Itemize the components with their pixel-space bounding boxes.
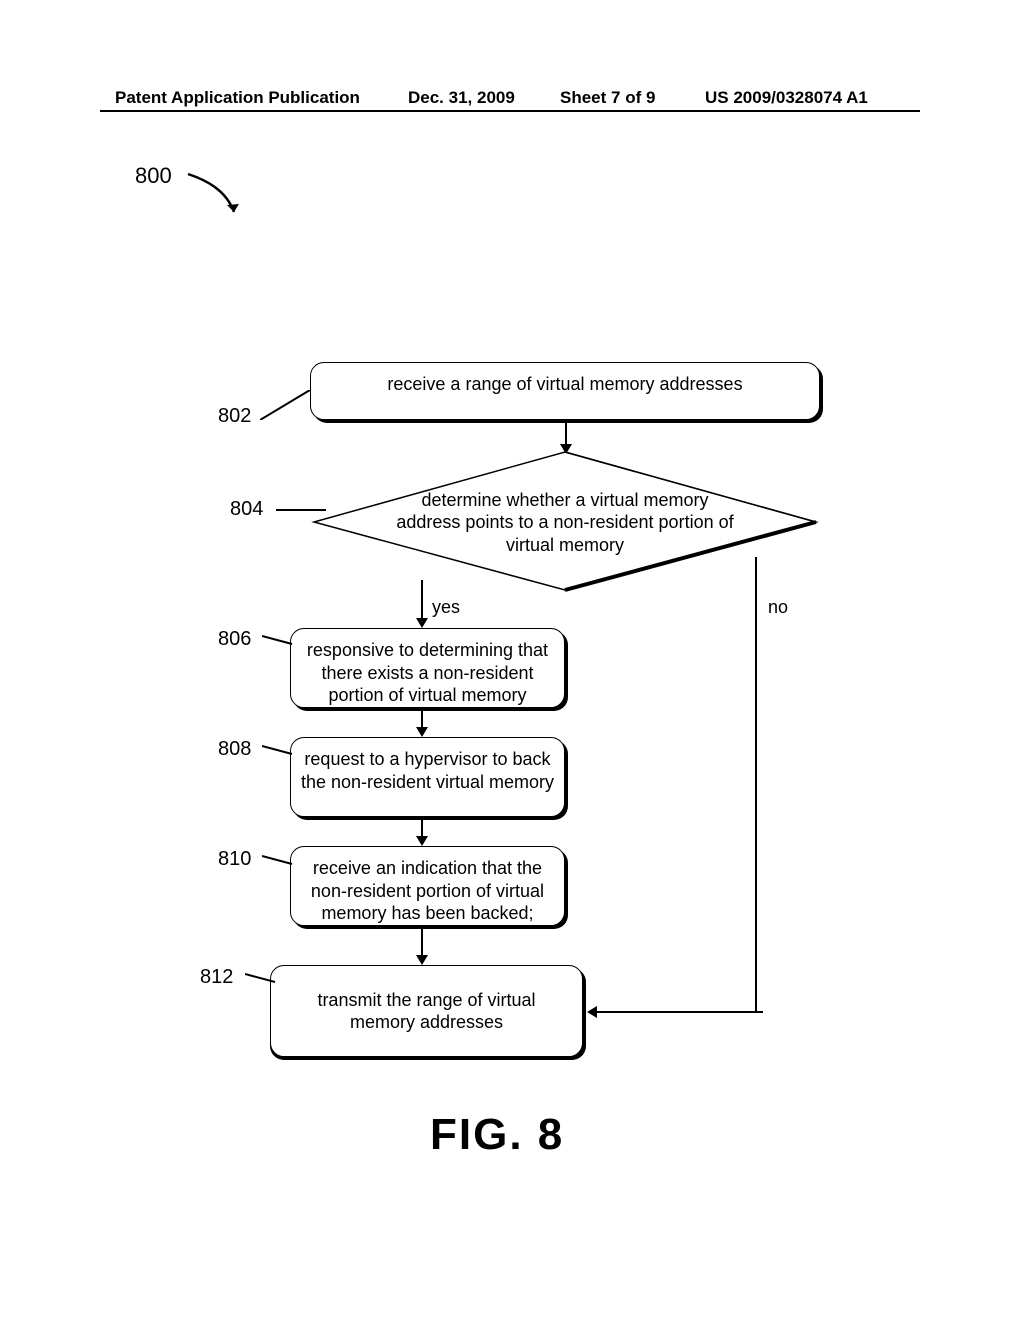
header-docnum: US 2009/0328074 A1: [705, 88, 868, 108]
leader-802-line: [260, 390, 315, 420]
step-receive-range: receive a range of virtual memory addres…: [310, 362, 820, 420]
arrow-no-vertical: [746, 557, 766, 1012]
leader-810-line: [262, 850, 297, 870]
step-transmit-range: transmit the range of virtual memory add…: [270, 965, 583, 1057]
decision-check-nonresident-label: determine whether a virtual memory addre…: [310, 450, 820, 595]
arrow-no-into-812: [583, 1002, 763, 1022]
step-request-hypervisor: request to a hypervisor to back the non-…: [290, 737, 565, 817]
branch-yes-label: yes: [432, 597, 460, 618]
step-receive-range-label: receive a range of virtual memory addres…: [387, 374, 742, 394]
page-header: Patent Application Publication Dec. 31, …: [0, 88, 1024, 118]
leader-808-number: 808: [218, 738, 251, 761]
leader-804-line: [276, 498, 331, 518]
step-transmit-range-label: transmit the range of virtual memory add…: [277, 989, 576, 1034]
step-responsive-determining-label: responsive to determining that there exi…: [307, 640, 548, 705]
arrow-808-to-810: [412, 818, 432, 848]
leader-812-line: [245, 968, 280, 988]
leader-804-number: 804: [230, 498, 263, 521]
leader-812-number: 812: [200, 966, 233, 989]
step-request-hypervisor-label: request to a hypervisor to back the non-…: [301, 749, 554, 792]
header-date: Dec. 31, 2009: [408, 88, 515, 108]
step-receive-indication: receive an indication that the non-resid…: [290, 846, 565, 926]
leader-806-number: 806: [218, 628, 251, 651]
step-responsive-determining: responsive to determining that there exi…: [290, 628, 565, 708]
decision-check-nonresident: determine whether a virtual memory addre…: [310, 450, 820, 595]
arrow-810-to-812: [412, 927, 432, 967]
arrow-806-to-808: [412, 709, 432, 739]
leader-802-number: 802: [218, 405, 251, 428]
figure-title: FIG. 8: [430, 1110, 564, 1160]
leader-810-number: 810: [218, 848, 251, 871]
branch-no-label: no: [768, 597, 788, 618]
header-publication: Patent Application Publication: [115, 88, 360, 108]
figure-reference-arrow: [186, 172, 246, 222]
arrow-yes: [412, 580, 432, 630]
leader-806-line: [262, 630, 297, 650]
figure-reference-number: 800: [135, 163, 172, 189]
header-rule: [100, 110, 920, 112]
step-receive-indication-label: receive an indication that the non-resid…: [311, 858, 544, 923]
header-sheet: Sheet 7 of 9: [560, 88, 655, 108]
page: Patent Application Publication Dec. 31, …: [0, 0, 1024, 1320]
leader-808-line: [262, 740, 297, 760]
